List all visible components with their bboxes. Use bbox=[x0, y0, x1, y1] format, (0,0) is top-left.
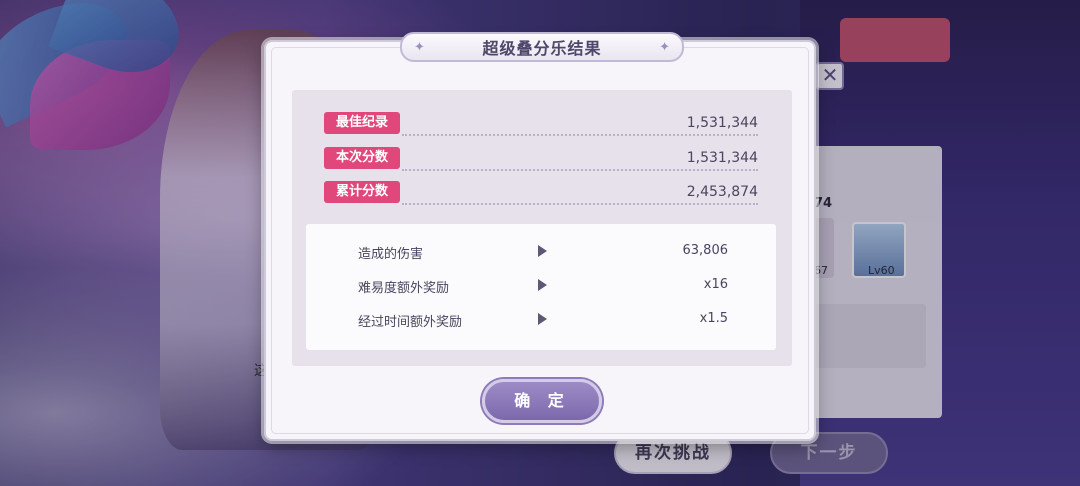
sparkle-icon: ✦ bbox=[659, 40, 670, 55]
score-value: 1,531,344 bbox=[686, 150, 758, 166]
detail-value: 63,806 bbox=[682, 243, 729, 258]
sparkle-icon: ✦ bbox=[414, 40, 425, 55]
play-arrow-icon bbox=[538, 279, 547, 291]
play-arrow-icon bbox=[538, 313, 547, 325]
detail-row-time: 经过时间额外奖励 x1.5 bbox=[306, 307, 776, 331]
bonus-details: 造成的伤害 63,806 难易度额外奖励 x16 经过时间额外奖励 x1.5 bbox=[306, 224, 776, 350]
score-row-total: 累计分数 2,453,874 bbox=[324, 181, 758, 205]
results-panel: 最佳纪录 1,531,344 本次分数 1,531,344 累计分数 2,453… bbox=[292, 90, 792, 366]
detail-value: x16 bbox=[703, 277, 728, 292]
detail-label: 难易度额外奖励 bbox=[358, 281, 450, 296]
detail-row-damage: 造成的伤害 63,806 bbox=[306, 239, 776, 263]
score-label: 累计分数 bbox=[324, 181, 400, 203]
play-arrow-icon bbox=[538, 245, 547, 257]
score-label: 最佳纪录 bbox=[324, 112, 400, 134]
dotted-leader bbox=[402, 169, 758, 171]
detail-value: x1.5 bbox=[699, 311, 728, 326]
score-value: 1,531,344 bbox=[686, 115, 758, 131]
detail-label: 造成的伤害 bbox=[358, 247, 424, 262]
score-label: 本次分数 bbox=[324, 147, 400, 169]
dotted-leader bbox=[402, 134, 758, 136]
dialog-title-bar: ✦ 超级叠分乐结果 ✦ bbox=[400, 32, 684, 62]
detail-row-difficulty: 难易度额外奖励 x16 bbox=[306, 273, 776, 297]
detail-label: 经过时间额外奖励 bbox=[358, 315, 463, 330]
confirm-button[interactable]: 确 定 bbox=[482, 379, 602, 423]
score-row-best: 最佳纪录 1,531,344 bbox=[324, 112, 758, 136]
score-row-current: 本次分数 1,531,344 bbox=[324, 147, 758, 171]
dialog-title: 超级叠分乐结果 bbox=[482, 39, 602, 58]
result-dialog: ✦ 超级叠分乐结果 ✦ 最佳纪录 1,531,344 本次分数 1,531,34… bbox=[264, 32, 816, 441]
dotted-leader bbox=[402, 203, 758, 205]
score-value: 2,453,874 bbox=[686, 184, 758, 200]
